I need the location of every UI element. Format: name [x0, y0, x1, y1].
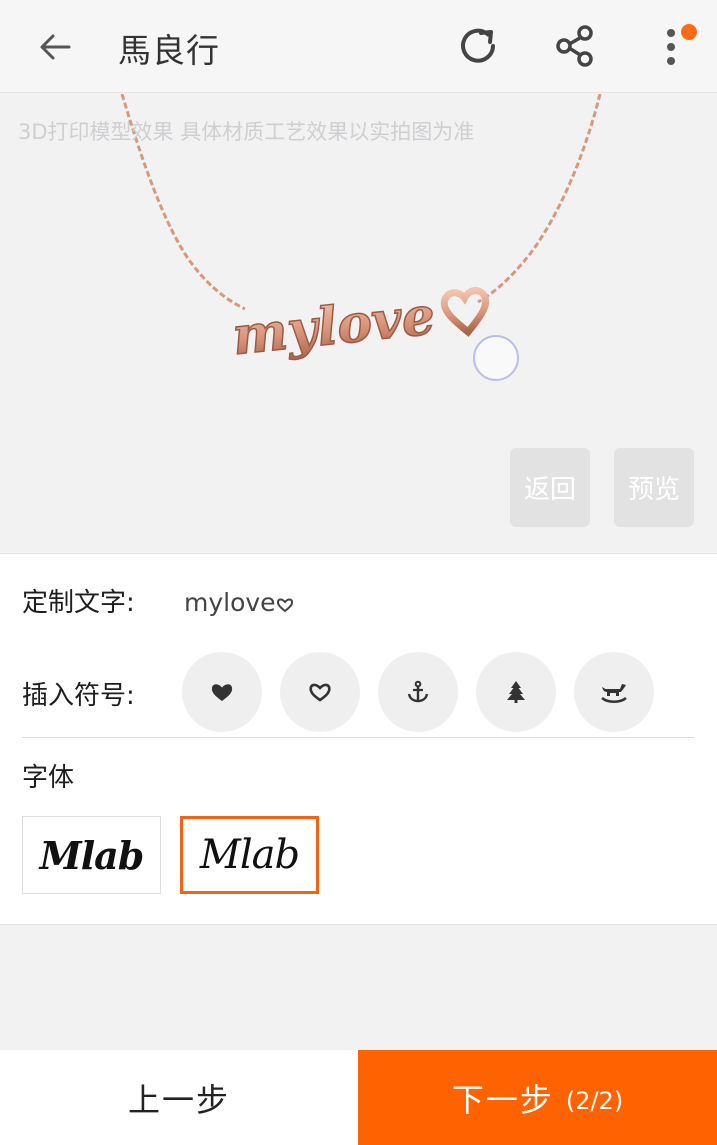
top-app-bar: 馬良行 — [0, 0, 717, 93]
disclaimer-note: 3D打印模型效果 具体材质工艺效果以实拍图为准 — [18, 120, 475, 144]
font-label: 字体 — [22, 763, 75, 793]
custom-text-value: mylove — [184, 588, 276, 617]
heart-outline-icon — [309, 683, 331, 702]
symbol-label: 插入符号: — [22, 681, 135, 711]
custom-text-label: 定制文字: — [22, 588, 135, 618]
share-button[interactable] — [549, 20, 601, 72]
share-icon — [556, 25, 593, 67]
rotate-handle[interactable] — [473, 335, 519, 381]
page-title: 馬良行 — [118, 31, 220, 70]
pendant-heart — [440, 287, 490, 337]
font-sample: Mlab — [39, 832, 145, 878]
next-step-label: 下一步 — [451, 1080, 554, 1119]
font-option-1[interactable]: Mlab — [22, 816, 161, 894]
customization-panel: 定制文字: mylove 插入符号: 字体 Mlab Mlab — [0, 553, 717, 925]
symbol-heart-solid[interactable] — [182, 652, 262, 732]
heart-outline-icon — [276, 598, 293, 613]
font-sample: Mlab — [199, 832, 300, 878]
refresh-icon — [461, 28, 495, 63]
font-option-2[interactable]: Mlab — [180, 816, 319, 894]
anchor-icon — [407, 680, 429, 703]
refresh-button[interactable] — [452, 20, 504, 72]
symbol-anchor[interactable] — [378, 652, 458, 732]
heart-solid-icon — [211, 684, 233, 701]
custom-text-input[interactable]: mylove — [184, 588, 294, 617]
back-arrow-icon — [40, 34, 71, 60]
tree-icon — [507, 681, 525, 703]
back-button[interactable] — [30, 22, 80, 72]
next-step-button[interactable]: 下一步 (2/2) — [358, 1050, 717, 1145]
symbol-tree[interactable] — [476, 652, 556, 732]
rocking-horse-icon — [601, 684, 627, 704]
preview-button[interactable]: 预览 — [614, 448, 694, 527]
divider — [22, 737, 694, 738]
step-indicator: (2/2) — [565, 1086, 624, 1115]
previous-step-label: 上一步 — [127, 1080, 230, 1119]
previous-step-button[interactable]: 上一步 — [0, 1050, 358, 1145]
necklace-render: mylove — [120, 94, 602, 368]
return-button[interactable]: 返回 — [510, 448, 590, 527]
pendant-text: mylove — [230, 285, 438, 367]
symbol-rocking-horse[interactable] — [574, 652, 654, 732]
notification-dot — [681, 24, 697, 40]
symbol-heart-outline[interactable] — [280, 652, 360, 732]
app-root: 馬良行 mylove 3D打印模型效果 具体材质工艺效果以实拍图为准 返回 预览… — [0, 0, 717, 1145]
bottom-action-bar: 上一步 下一步 (2/2) — [0, 1050, 717, 1145]
model-preview[interactable]: mylove 3D打印模型效果 具体材质工艺效果以实拍图为准 返回 预览 — [0, 94, 717, 552]
